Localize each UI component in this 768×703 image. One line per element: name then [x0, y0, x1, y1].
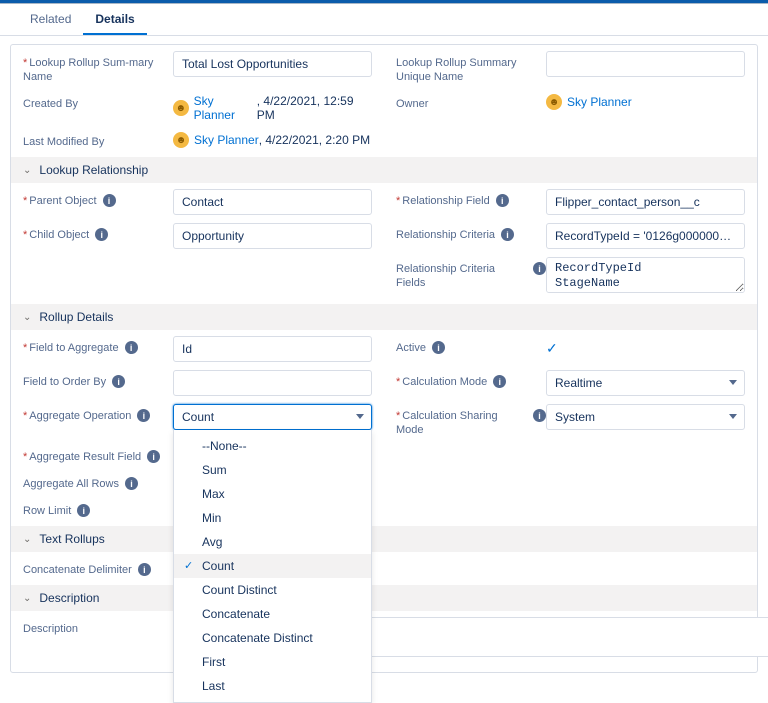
- section-lookup-relationship[interactable]: ⌄ Lookup Relationship: [11, 157, 757, 183]
- chevron-down-icon: ⌄: [23, 312, 31, 323]
- dropdown-option[interactable]: Concatenate: [174, 602, 371, 626]
- label-concat-delimiter: Concatenate Delimiter: [23, 563, 132, 577]
- label-field-to-order-by: Field to Order By: [23, 375, 106, 389]
- link-owner-user[interactable]: Sky Planner: [567, 95, 632, 109]
- dropdown-option[interactable]: Count Distinct: [174, 578, 371, 602]
- input-unique-name[interactable]: [546, 51, 745, 77]
- label-owner: Owner: [396, 97, 428, 111]
- label-calculation-mode: Calculation Mode: [396, 375, 487, 389]
- link-created-by-user[interactable]: Sky Planner: [194, 94, 257, 122]
- label-unique-name: Lookup Rollup Summary Unique Name: [396, 56, 546, 84]
- details-card: Lookup Rollup Sum-mary Name Lookup Rollu…: [10, 44, 758, 673]
- avatar-icon: ☻: [173, 132, 189, 148]
- label-description: Description: [23, 622, 78, 636]
- section-rollup-details[interactable]: ⌄ Rollup Details: [11, 304, 757, 330]
- label-aggregate-operation: Aggregate Operation: [23, 409, 131, 423]
- label-field-to-aggregate: Field to Aggregate: [23, 341, 119, 355]
- info-icon[interactable]: i: [496, 194, 509, 207]
- page-card: Related Details Lookup Rollup Sum-mary N…: [0, 0, 768, 673]
- dropdown-option[interactable]: First: [174, 650, 371, 674]
- section-description[interactable]: ⌄ Description: [11, 585, 757, 611]
- select-display[interactable]: Count: [173, 404, 372, 430]
- checkbox-active[interactable]: ✓: [546, 341, 560, 355]
- info-icon[interactable]: i: [103, 194, 116, 207]
- label-aggregate-all-rows: Aggregate All Rows: [23, 477, 119, 491]
- input-field-to-order-by[interactable]: [173, 370, 372, 396]
- tab-details[interactable]: Details: [83, 4, 146, 35]
- input-summary-name[interactable]: [173, 51, 372, 77]
- section-text-title: Text Rollups: [39, 532, 104, 546]
- text-created-by-date: , 4/22/2021, 12:59 PM: [257, 94, 372, 122]
- info-icon[interactable]: i: [125, 341, 138, 354]
- chevron-down-icon: ⌄: [23, 593, 31, 604]
- avatar-icon: ☻: [546, 94, 562, 110]
- label-last-modified: Last Modified By: [23, 135, 104, 149]
- input-parent-object[interactable]: [173, 189, 372, 215]
- dropdown-option[interactable]: Avg: [174, 530, 371, 554]
- caret-down-icon: [729, 380, 737, 385]
- chevron-down-icon: ⌄: [23, 165, 31, 176]
- input-relationship-criteria[interactable]: [546, 223, 745, 249]
- textarea-relationship-criteria-fields[interactable]: [546, 257, 745, 293]
- label-created-by: Created By: [23, 97, 78, 111]
- info-icon[interactable]: i: [501, 228, 514, 241]
- tab-related[interactable]: Related: [18, 4, 83, 35]
- dropdown-aggregate-operation[interactable]: --None--SumMaxMinAvgCountCount DistinctC…: [173, 430, 372, 703]
- select-calculation-mode[interactable]: Realtime: [546, 370, 745, 396]
- label-relationship-criteria: Relationship Criteria: [396, 228, 495, 242]
- input-child-object[interactable]: [173, 223, 372, 249]
- caret-down-icon: [729, 414, 737, 419]
- text-last-modified-date: , 4/22/2021, 2:20 PM: [259, 133, 370, 147]
- info-icon[interactable]: i: [125, 477, 138, 490]
- select-display[interactable]: System: [546, 404, 745, 430]
- label-aggregate-result-field: Aggregate Result Field: [23, 450, 141, 464]
- dropdown-option[interactable]: Sum: [174, 458, 371, 482]
- label-relationship-field: Relationship Field: [396, 194, 490, 208]
- dropdown-option[interactable]: Min: [174, 506, 371, 530]
- section-text-rollups[interactable]: ⌄ Text Rollups: [11, 526, 757, 552]
- select-calculation-sharing[interactable]: System: [546, 404, 745, 430]
- info-icon[interactable]: i: [493, 375, 506, 388]
- info-icon[interactable]: i: [432, 341, 445, 354]
- info-icon[interactable]: i: [95, 228, 108, 241]
- label-calculation-sharing: Calculation Sharing Mode: [396, 409, 527, 437]
- info-icon[interactable]: i: [137, 409, 150, 422]
- dropdown-option[interactable]: Max: [174, 482, 371, 506]
- input-field-to-aggregate[interactable]: [173, 336, 372, 362]
- input-relationship-field[interactable]: [546, 189, 745, 215]
- info-icon[interactable]: i: [138, 563, 151, 576]
- select-display[interactable]: Realtime: [546, 370, 745, 396]
- caret-down-icon: [356, 414, 364, 419]
- label-parent-object: Parent Object: [23, 194, 97, 208]
- label-row-limit: Row Limit: [23, 504, 71, 518]
- chevron-down-icon: ⌄: [23, 534, 31, 545]
- section-lookup-title: Lookup Relationship: [39, 163, 148, 177]
- avatar-icon: ☻: [173, 100, 189, 116]
- info-icon[interactable]: i: [533, 409, 546, 422]
- label-summary-name: Lookup Rollup Sum-mary Name: [23, 56, 173, 84]
- info-icon[interactable]: i: [147, 450, 160, 463]
- label-child-object: Child Object: [23, 228, 89, 242]
- label-relationship-criteria-fields: Relationship Criteria Fields: [396, 262, 527, 290]
- info-icon[interactable]: i: [533, 262, 546, 275]
- dropdown-option[interactable]: Count: [174, 554, 371, 578]
- dropdown-option[interactable]: Last: [174, 674, 371, 698]
- label-active: Active: [396, 341, 426, 355]
- tabs-bar: Related Details: [0, 4, 768, 36]
- info-icon[interactable]: i: [112, 375, 125, 388]
- dropdown-option[interactable]: Concatenate Distinct: [174, 626, 371, 650]
- link-last-modified-user[interactable]: Sky Planner: [194, 133, 259, 147]
- section-rollup-title: Rollup Details: [39, 310, 113, 324]
- dropdown-option[interactable]: --None--: [174, 434, 371, 458]
- info-icon[interactable]: i: [77, 504, 90, 517]
- section-desc-title: Description: [39, 591, 99, 605]
- select-aggregate-operation[interactable]: Count --None--SumMaxMinAvgCountCount Dis…: [173, 404, 372, 430]
